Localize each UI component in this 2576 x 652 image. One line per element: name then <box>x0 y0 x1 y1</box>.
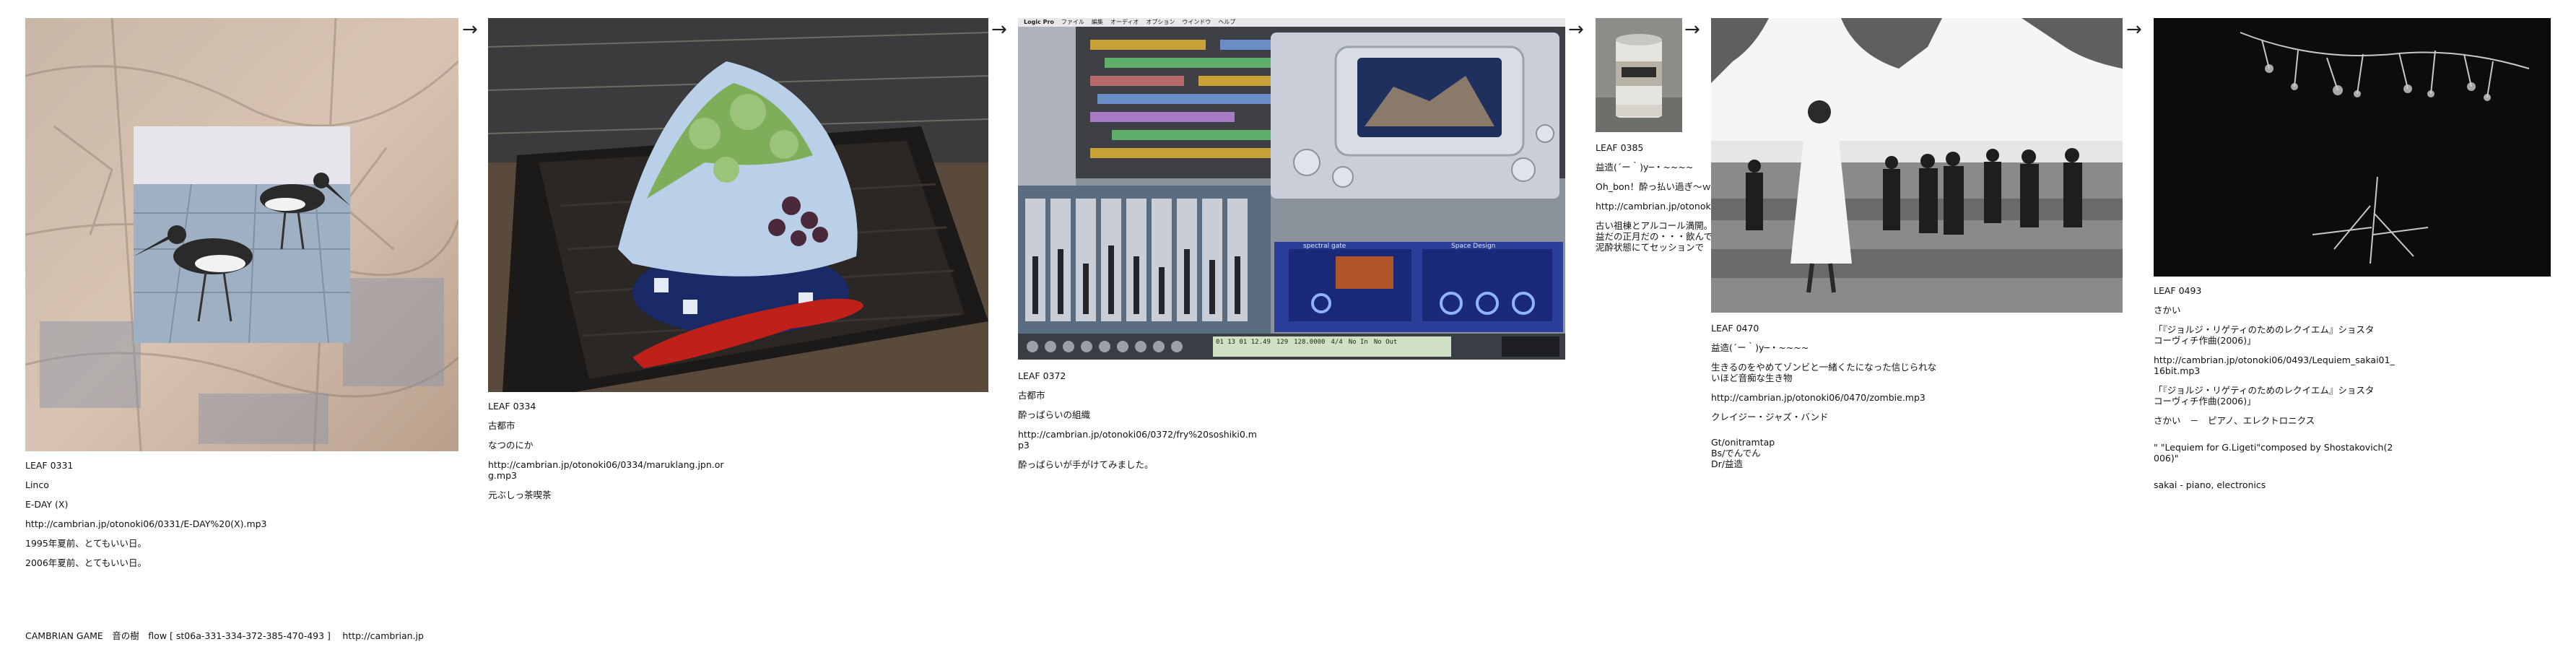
flow-arrow-4: → <box>1684 19 1700 40</box>
credit-title-en: " "Lequiem for G.Ligeti"composed by Shos… <box>2154 442 2395 464</box>
beer-can-picture <box>1596 18 1682 132</box>
menu-item-options: オプション <box>1146 19 1175 25</box>
mp3-link[interactable]: http://cambrian.jp/otonoki06/0385 <box>1596 201 1711 212</box>
comment-line: 酔っぱらいが手がけてみました。 <box>1018 459 1154 470</box>
leaf-id: LEAF 0372 <box>1018 370 1066 381</box>
member-bass: Bs/でんでん <box>1711 448 1761 458</box>
comment-line: クレイジー・ジャズ・バンド <box>1711 412 1829 422</box>
transport-in: No In <box>1348 339 1368 346</box>
leaf-0334-image[interactable] <box>488 18 988 392</box>
footer-flow-info[interactable]: CAMBRIAN GAME 音の樹 flow [ st06a-331-334-3… <box>25 628 424 642</box>
leaf-id: LEAF 0385 <box>1596 142 1644 153</box>
transport-bar: 129 <box>1276 339 1289 346</box>
track-title-part: 生きるのをやめてゾンビと一緒くたになった信じられな <box>1711 362 1937 373</box>
comment-line: 古い祖棟とアルコール満開。 <box>1596 220 1711 231</box>
artist-name[interactable]: 古都市 <box>1018 390 1257 401</box>
transport-display: 01 13 01 12.49 129 128.0000 4/4 No In No… <box>1216 338 1397 347</box>
track-title: Oh_bon！酔っ払い過ぎ～ｗ <box>1596 181 1711 192</box>
comment-line: 元ぶしっ茶喫茶 <box>488 490 552 500</box>
logic-menu-bar: Logic Pro ファイル 編集 オーディオ オプション ウインドウ ヘルプ <box>1024 18 1235 27</box>
artist-name[interactable]: 古都市 <box>488 420 724 431</box>
artist-name[interactable]: 益造(´ー｀)y─・~~~~ <box>1596 162 1711 173</box>
bird-collage-picture <box>25 18 458 451</box>
flow-arrow-2: → <box>991 19 1007 40</box>
mp3-link-part[interactable]: p3 <box>1018 440 1257 451</box>
menu-item-file: ファイル <box>1061 19 1084 25</box>
credit-title-en-part: 006)" <box>2154 453 2179 464</box>
credit-line-en: sakai - piano, electronics <box>2154 479 2266 490</box>
dark-branches-picture <box>2154 18 2551 277</box>
menu-item-logic-pro: Logic Pro <box>1024 19 1054 25</box>
comment-line: 泥酔状態にてセッションで <box>1596 242 1705 253</box>
mp3-link[interactable]: http://cambrian.jp/otonoki06/0334/marukl… <box>488 459 724 481</box>
leaf-0385-image[interactable] <box>1596 18 1682 132</box>
mp3-link-part[interactable]: http://cambrian.jp/otonoki06/0334/marukl… <box>488 459 724 470</box>
menu-item-window: ウインドウ <box>1182 19 1211 25</box>
track-title: 酔っぱらいの組織 <box>1018 409 1091 420</box>
menu-item-help: ヘルプ <box>1218 19 1236 25</box>
comment-line: 1995年夏前、とてもいい日。 <box>25 538 147 549</box>
leaf-0493-image[interactable] <box>2154 18 2551 277</box>
transport-position: 01 13 01 12.49 <box>1216 339 1271 346</box>
shaved-ice-picture <box>488 18 988 392</box>
track-title-part: コーヴィチ作曲(2006)」 <box>2154 335 2256 346</box>
spectral-gate-label: spectral gate <box>1303 243 1346 250</box>
leaf-id: LEAF 0334 <box>488 401 536 412</box>
member-drums: Dr/益造 <box>1711 458 1743 469</box>
track-title: 「『ジョルジ・リゲティのためのレクイエム』ショスタ コーヴィチ作曲(2006)」 <box>2154 324 2395 346</box>
flow-arrow-5: → <box>2126 19 2142 40</box>
track-title: E-DAY (X) <box>25 499 69 510</box>
artist-name[interactable]: Linco <box>25 479 267 490</box>
leaf-0331-image[interactable] <box>25 18 458 451</box>
transport-tempo: 128.0000 <box>1294 339 1326 346</box>
leaf-0385-caption: LEAF 0385 益造(´ー｀)y─・~~~~ Oh_bon！酔っ払い過ぎ～ｗ… <box>1596 142 1711 272</box>
leaf-id: LEAF 0470 <box>1711 323 1759 334</box>
leaf-0334-caption: LEAF 0334 古都市 なつのにか http://cambrian.jp/o… <box>488 401 724 509</box>
leaf-0493-caption: LEAF 0493 さかい 「『ジョルジ・リゲティのためのレクイエム』ショスタ … <box>2154 285 2395 499</box>
track-title: なつのにか <box>488 440 534 451</box>
transport-signature: 4/4 <box>1331 339 1343 346</box>
leaf-0331-caption: LEAF 0331 Linco E-DAY (X) http://cambria… <box>25 460 267 577</box>
space-design-label: Space Design <box>1451 243 1496 250</box>
leaf-0372-image[interactable]: Logic Pro ファイル 編集 オーディオ オプション ウインドウ ヘルプ … <box>1018 18 1565 360</box>
comment-line: 益だの正月だの・・・飲んで <box>1596 231 1711 242</box>
flow-arrow-1: → <box>462 19 478 40</box>
artist-name[interactable]: さかい <box>2154 305 2395 316</box>
transport-out: No Out <box>1373 339 1398 346</box>
logic-pro-screenshot-picture <box>1018 18 1565 360</box>
mp3-link[interactable]: http://cambrian.jp/otonoki06/0331/E-DAY%… <box>25 518 267 529</box>
mp3-link[interactable]: http://cambrian.jp/otonoki06/0470/zombie… <box>1711 392 1936 403</box>
artist-name[interactable]: 益造(´ー｀)y─・~~~~ <box>1711 342 1936 353</box>
leaf-0372-caption: LEAF 0372 古都市 酔っぱらいの組織 http://cambrian.j… <box>1018 370 1257 479</box>
credit-line-ja: さかい － ピアノ、エレクトロニクス <box>2154 415 2315 426</box>
menu-item-edit: 編集 <box>1091 19 1103 25</box>
mp3-link-part[interactable]: 16bit.mp3 <box>2154 365 2395 376</box>
mp3-link[interactable]: http://cambrian.jp/otonoki06/0493/Lequie… <box>2154 355 2395 376</box>
leaf-0470-caption: LEAF 0470 益造(´ー｀)y─・~~~~ 生きるのをやめてゾンビと一緒く… <box>1711 323 1936 469</box>
comment-line: 2006年夏前、とてもいい日。 <box>25 557 147 568</box>
leaf-0470-image[interactable] <box>1711 18 2123 313</box>
member-guitar: Gt/onitramtap <box>1711 437 1775 448</box>
mp3-link-part[interactable]: g.mp3 <box>488 470 724 481</box>
menu-item-audio: オーディオ <box>1110 19 1139 25</box>
mp3-link-part[interactable]: http://cambrian.jp/otonoki06/0493/Lequie… <box>2154 355 2395 365</box>
track-title-part: いほど音痴な生き物 <box>1711 373 1793 383</box>
mp3-link-part[interactable]: http://cambrian.jp/otonoki06/0372/fry%20… <box>1018 429 1257 440</box>
mp3-link[interactable]: http://cambrian.jp/otonoki06/0372/fry%20… <box>1018 429 1257 451</box>
track-title-part: 「『ジョルジ・リゲティのためのレクイエム』ショスタ <box>2154 324 2375 335</box>
comment-line: 「『ジョルジ・リゲティのためのレクイエム』ショスタ <box>2154 385 2375 396</box>
flow-arrow-3: → <box>1568 19 1584 40</box>
zombie-walk-picture <box>1711 18 2123 313</box>
comment-line: コーヴィチ作曲(2006)」 <box>2154 396 2256 407</box>
track-title: 生きるのをやめてゾンビと一緒くたになった信じられな いほど音痴な生き物 <box>1711 362 1936 383</box>
comment-block: 「『ジョルジ・リゲティのためのレクイエム』ショスタ コーヴィチ作曲(2006)」 <box>2154 385 2395 407</box>
leaf-id: LEAF 0331 <box>25 460 74 471</box>
credit-title-en-part: " "Lequiem for G.Ligeti"composed by Shos… <box>2154 442 2393 453</box>
leaf-id: LEAF 0493 <box>2154 285 2202 296</box>
